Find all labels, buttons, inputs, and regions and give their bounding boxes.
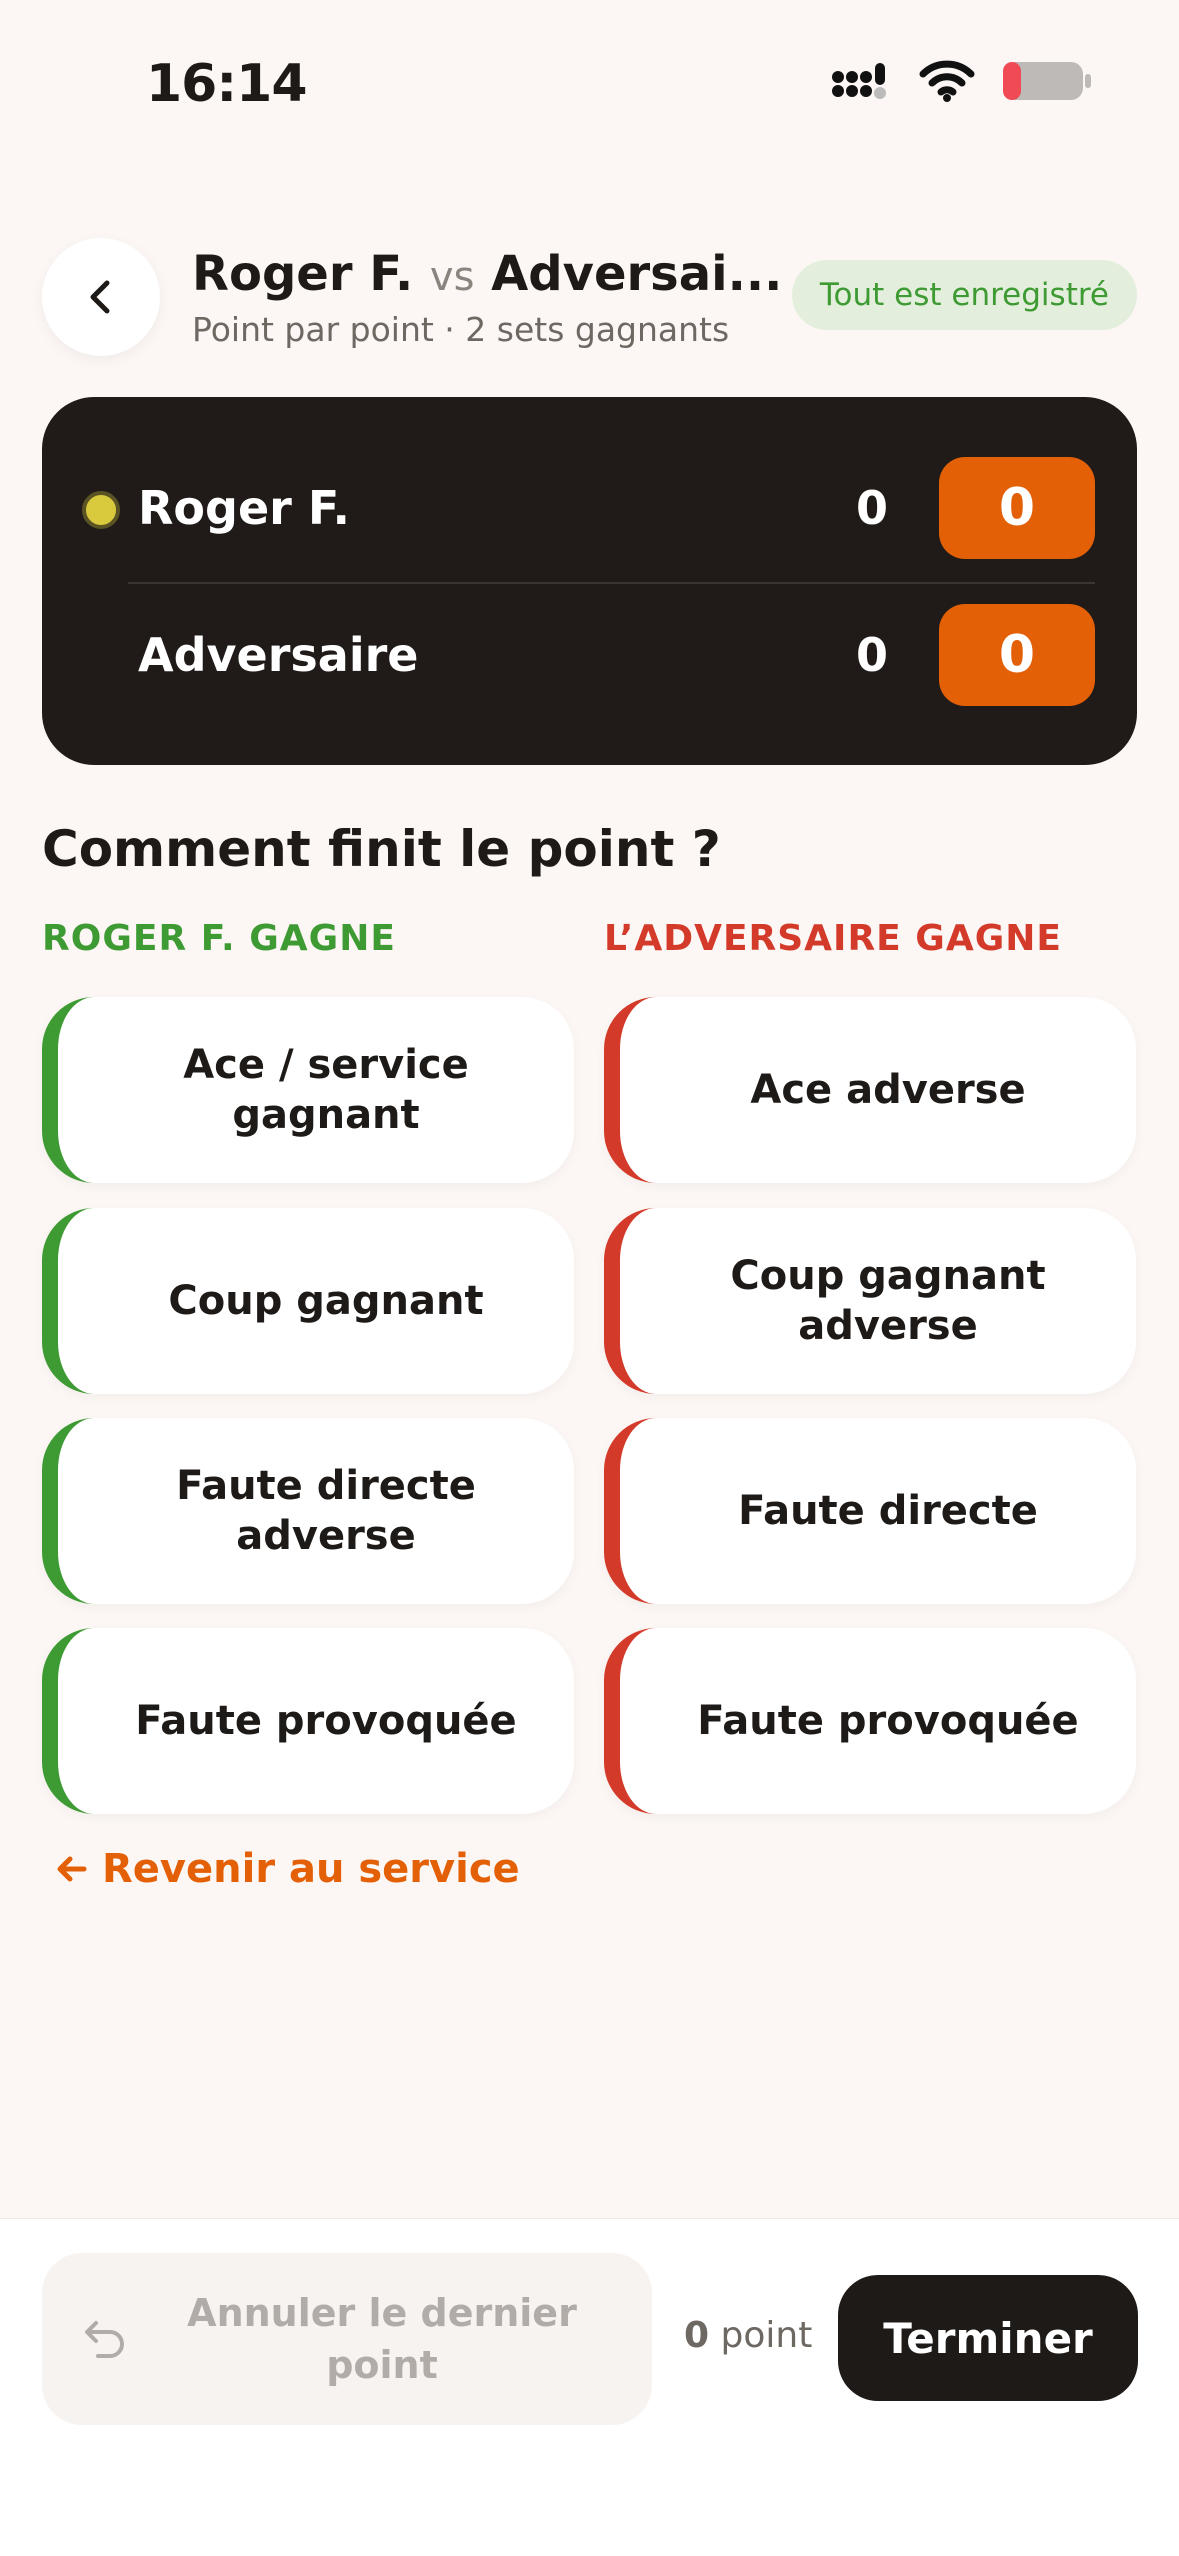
saved-status-badge: Tout est enregistré	[791, 260, 1137, 330]
finish-button[interactable]: Terminer	[838, 2275, 1138, 2401]
back-to-service-link[interactable]: Revenir au service	[54, 1846, 520, 1892]
score-games: 0	[939, 604, 1095, 706]
status-icons	[831, 60, 1093, 102]
opponent-winner-button[interactable]: Coup gagnant adverse	[604, 1208, 1136, 1394]
score-opponent-name: Adversaire	[138, 628, 419, 682]
serving-ball-icon	[82, 491, 120, 529]
status-time: 16:14	[146, 54, 308, 114]
wifi-icon	[919, 60, 975, 102]
points-count-unit: point	[720, 2315, 813, 2356]
win-column-title: ROGER F. GAGNE	[42, 918, 396, 959]
score-row-player: Roger F. 0 0	[42, 455, 1137, 565]
match-header: Roger F. vs Adversai... Point par point …	[0, 232, 1179, 362]
undo-icon	[85, 2321, 124, 2358]
title-opponent: Adversai...	[491, 246, 783, 302]
arrow-left-icon	[57, 1856, 87, 1882]
battery-icon	[1003, 62, 1091, 100]
undo-last-point-button[interactable]: Annuler le dernier point	[42, 2253, 652, 2425]
opponent-ace-button[interactable]: Ace adverse	[604, 997, 1136, 1183]
points-counter: 0 point	[684, 2315, 812, 2356]
ace-winner-button[interactable]: Ace / service gagnant	[42, 997, 574, 1183]
winner-shot-button[interactable]: Coup gagnant	[42, 1208, 574, 1394]
status-bar: 16:14	[0, 0, 1179, 170]
chevron-left-icon	[90, 280, 110, 314]
forced-error-win-button[interactable]: Faute provoquée	[42, 1628, 574, 1814]
opponent-unforced-error-button[interactable]: Faute directe adverse	[42, 1418, 574, 1604]
score-games: 0	[939, 457, 1095, 559]
cellular-icon	[832, 63, 886, 99]
title-player: Roger F.	[192, 246, 414, 302]
points-count-value: 0	[684, 2315, 710, 2356]
scoreboard-divider	[128, 582, 1095, 584]
back-to-service-label: Revenir au service	[102, 1846, 520, 1892]
forced-error-lose-button[interactable]: Faute provoquée	[604, 1628, 1136, 1814]
bottom-action-bar: Annuler le dernier point 0 point Termine…	[0, 2218, 1179, 2556]
back-button[interactable]	[42, 238, 160, 356]
title-vs: vs	[429, 254, 475, 300]
undo-label: Annuler le dernier point	[187, 2291, 577, 2387]
lose-column-title: L’ADVERSAIRE GAGNE	[604, 918, 1062, 959]
score-player-name: Roger F.	[138, 481, 350, 535]
scoreboard: Roger F. 0 0 Adversaire 0 0	[42, 397, 1137, 765]
unforced-error-button[interactable]: Faute directe	[604, 1418, 1136, 1604]
score-row-opponent: Adversaire 0 0	[42, 602, 1137, 712]
score-sets: 0	[855, 628, 888, 682]
point-end-question: Comment finit le point ?	[42, 820, 721, 878]
match-subtitle: Point par point · 2 sets gagnants	[192, 310, 730, 349]
score-sets: 0	[855, 481, 888, 535]
match-title: Roger F. vs Adversai...	[192, 246, 782, 302]
